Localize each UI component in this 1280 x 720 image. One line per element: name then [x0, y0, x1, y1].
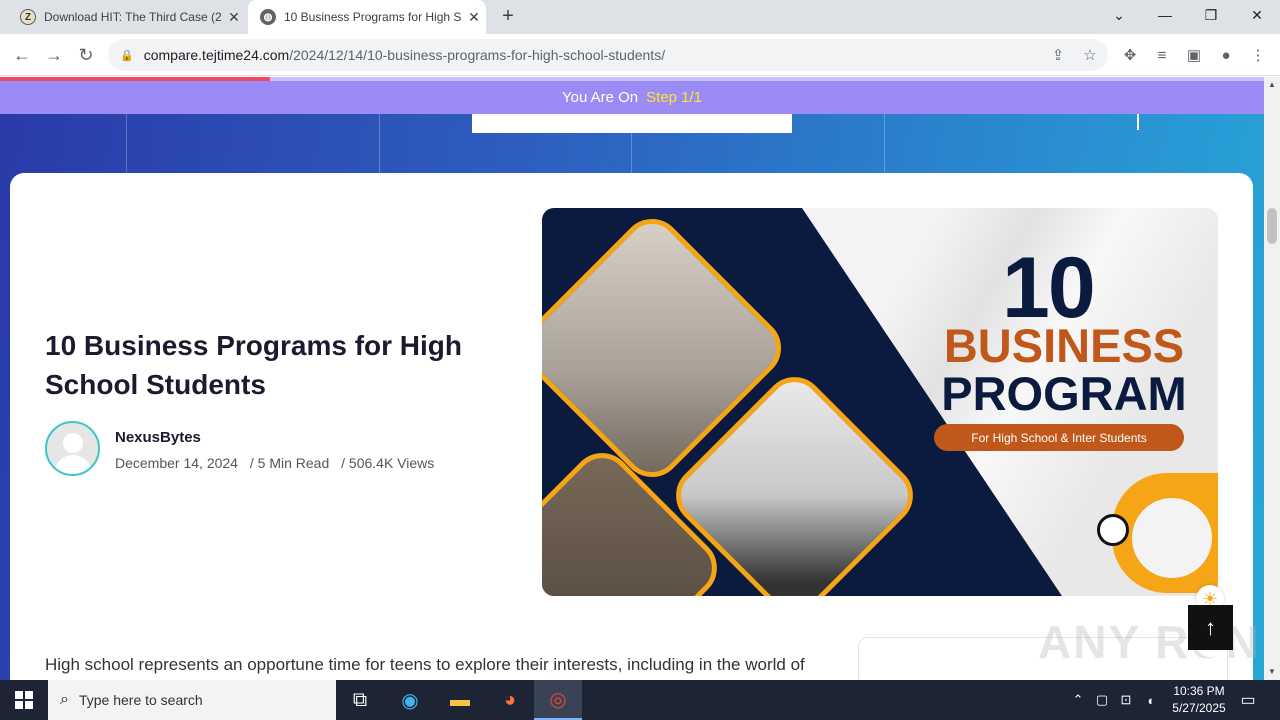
profile-avatar-icon[interactable]: ● [1214, 43, 1238, 67]
bookmark-star-icon[interactable]: ☆ [1078, 43, 1102, 67]
tray-chevron-icon[interactable]: ⌃ [1068, 680, 1088, 720]
divider [379, 114, 380, 174]
edge-icon[interactable]: ◉ [386, 680, 434, 720]
back-button[interactable]: ← [10, 43, 34, 67]
hero-line2: PROGRAM [941, 367, 1187, 420]
page-scrollbar[interactable]: ▲ ▼ [1264, 77, 1280, 680]
browser-toolbar: ← → ↻ 🔒 compare.tejtime24.com/2024/12/14… [0, 34, 1280, 76]
notifications-icon[interactable]: ▭ [1236, 680, 1260, 720]
url-path: /2024/12/14/10-business-programs-for-hig… [289, 47, 666, 63]
clock-date: 5/27/2025 [1172, 701, 1226, 715]
clock-time: 10:36 PM [1173, 684, 1225, 698]
windows-logo-icon [15, 691, 33, 709]
reload-button[interactable]: ↻ [74, 43, 98, 67]
step-prefix: You Are On [561, 89, 639, 106]
forward-button[interactable]: → [42, 43, 66, 67]
tab-business-programs[interactable]: ◍ 10 Business Programs for High S ✕ [248, 0, 486, 34]
scrollbar-thumb[interactable] [1267, 208, 1277, 244]
ad-slot [472, 114, 792, 133]
read-time: / 5 Min Read [249, 455, 330, 471]
firefox-icon[interactable]: ◕ [486, 680, 534, 720]
lock-icon: 🔒 [120, 49, 134, 62]
featured-image: 10 BUSINESS PROGRAM For High School & In… [542, 208, 1218, 596]
view-count: / 506.4K Views [341, 455, 435, 471]
hero-pill: For High School & Inter Students [934, 424, 1184, 451]
scroll-down-icon[interactable]: ▼ [1264, 664, 1280, 680]
scroll-to-top-button[interactable]: ↑ [1188, 605, 1233, 650]
post-date: December 14, 2024 [115, 455, 238, 471]
author-avatar[interactable] [45, 421, 100, 476]
side-panel-icon[interactable]: ▣ [1182, 43, 1206, 67]
file-explorer-icon[interactable]: ▬ [436, 680, 484, 720]
chrome-icon[interactable]: ◎ [534, 680, 582, 720]
search-placeholder: Type here to search [78, 692, 203, 708]
text-cursor [1137, 114, 1139, 130]
volume-icon[interactable]: ◖ [1140, 680, 1160, 720]
tab-title: Download HIT: The Third Case (2 [44, 10, 222, 24]
restore-button[interactable]: ❐ [1188, 0, 1234, 30]
taskbar-search[interactable]: ⌕ Type here to search [48, 680, 336, 720]
z-site-icon: Z [20, 9, 36, 25]
divider [126, 114, 127, 174]
article-intro: High school represents an opportune time… [45, 655, 805, 674]
close-icon[interactable]: ✕ [222, 9, 246, 26]
task-view-icon[interactable]: ⧉ [336, 680, 384, 720]
divider [884, 114, 885, 174]
address-bar[interactable]: 🔒 compare.tejtime24.com/2024/12/14/10-bu… [108, 39, 1108, 71]
extensions-icon[interactable]: ✥ [1118, 43, 1142, 67]
post-meta: December 14, 2024 / 5 Min Read / 506.4K … [115, 455, 442, 471]
minimize-button[interactable]: — [1142, 0, 1188, 30]
tab-title: 10 Business Programs for High S [284, 10, 462, 24]
windows-taskbar: ⌕ Type here to search ⧉ ◉ ▬ ◕ ◎ ⌃ ▢ ⊡ ◖ … [0, 680, 1280, 720]
reading-progress-bar [0, 77, 270, 81]
search-icon: ⌕ [60, 691, 69, 708]
tab-strip: Z Download HIT: The Third Case (2 ✕ ◍ 10… [0, 0, 1280, 34]
share-icon[interactable]: ⇪ [1046, 43, 1070, 67]
author-name[interactable]: NexusBytes [115, 429, 201, 446]
network-icon[interactable]: ⊡ [1116, 680, 1136, 720]
start-button[interactable] [0, 680, 48, 720]
new-tab-button[interactable]: + [496, 6, 520, 28]
scroll-up-icon[interactable]: ▲ [1264, 77, 1280, 93]
step-value: Step 1/1 [646, 89, 703, 106]
media-queue-icon[interactable]: ≡ [1150, 43, 1174, 67]
menu-kebab-icon[interactable]: ⋮ [1246, 43, 1270, 67]
step-banner: You Are On Step 1/1 [0, 77, 1264, 114]
url-domain: compare.tejtime24.com [143, 47, 290, 63]
globe-icon: ◍ [260, 9, 276, 25]
hero-line1: BUSINESS [943, 319, 1185, 372]
tab-download-hit[interactable]: Z Download HIT: The Third Case (2 ✕ [8, 0, 246, 34]
page-viewport: You Are On Step 1/1 10 Business Programs… [0, 77, 1264, 680]
article-card: 10 Business Programs for High School Stu… [10, 173, 1253, 680]
close-window-button[interactable]: ✕ [1234, 0, 1280, 30]
post-title: 10 Business Programs for High School Stu… [45, 330, 463, 400]
loading-ring-icon [1097, 514, 1129, 546]
close-icon[interactable]: ✕ [462, 9, 486, 26]
tab-search-chevron-icon[interactable]: ⌄ [1096, 0, 1142, 30]
system-clock[interactable]: 10:36 PM 5/27/2025 [1160, 683, 1238, 717]
tray-device-icon[interactable]: ▢ [1092, 680, 1112, 720]
